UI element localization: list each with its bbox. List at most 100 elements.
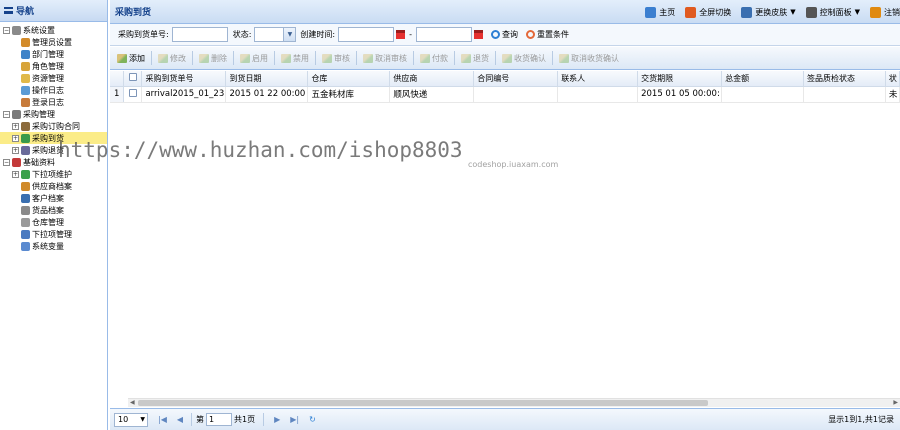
toolbar-separator (274, 51, 275, 65)
next-page-icon[interactable]: ▶ (274, 415, 280, 424)
nav-item-icon (21, 241, 30, 251)
column-header[interactable]: 采购到货单号 (141, 71, 227, 87)
nav-item[interactable]: 仓库管理 (0, 216, 107, 228)
top-link-fullscreen[interactable]: 全屏切换 (685, 6, 731, 18)
nav-item[interactable]: 系统变量 (0, 240, 107, 252)
nav-item[interactable]: 下拉项管理 (0, 228, 107, 240)
table-row[interactable]: 1 arrival2015_01_23 2015 01 22 00:00 五金耗材库顺… (110, 86, 900, 103)
horizontal-scrollbar[interactable]: ◀ ▶ (128, 398, 900, 407)
edit-pencil-icon (322, 53, 332, 63)
nav-item[interactable]: 资源管理 (0, 72, 107, 84)
toolbar-button[interactable]: 禁用 (278, 53, 312, 64)
toolbar-button[interactable]: 修改 (155, 53, 189, 64)
nav-item-label: 采购到货 (32, 133, 64, 143)
order-no-input[interactable] (171, 27, 228, 42)
column-header[interactable]: 供应商 (389, 71, 475, 87)
status-select[interactable]: ▼ (254, 27, 297, 42)
row-checkbox[interactable] (128, 88, 137, 97)
row-select-cell (123, 86, 143, 103)
nav-item[interactable]: 客户档案 (0, 192, 107, 204)
toolbar-separator (495, 51, 496, 65)
expand-toggle-icon[interactable]: − (3, 110, 10, 118)
expand-toggle-icon[interactable]: − (3, 26, 10, 34)
scroll-right-icon[interactable]: ▶ (893, 399, 898, 407)
toolbar-separator (233, 51, 234, 65)
toolbar-button[interactable]: 退货 (458, 53, 492, 64)
column-header[interactable]: 状 (885, 71, 900, 87)
date-to-input[interactable] (416, 27, 472, 42)
column-header[interactable]: 签品质检状态 (803, 71, 886, 87)
column-header[interactable]: 交货期限 (637, 71, 723, 87)
nav-item-icon (21, 85, 30, 95)
calendar-icon[interactable] (396, 30, 406, 39)
toolbar-button[interactable]: 启用 (237, 53, 271, 64)
expand-toggle-icon[interactable]: + (12, 134, 19, 142)
toolbar-button[interactable]: 付款 (417, 53, 451, 64)
table-cell: 2015 01 22 00:00 (225, 86, 309, 103)
column-header[interactable]: 总金额 (721, 71, 804, 87)
expand-toggle-icon[interactable]: + (12, 122, 19, 130)
toolbar-button-label: 修改 (170, 53, 186, 63)
nav-item-label: 系统变量 (32, 241, 64, 251)
date-from-input[interactable] (338, 27, 395, 42)
top-link-control-panel[interactable]: 控制面板 ▼ (805, 6, 860, 18)
nav-tree: − 系统设置 管理员设置部门管理 角色管理 资源管理 操作日志 登录日志 − 采购管理 + 采购订购… (0, 22, 107, 252)
query-button[interactable]: 查询 (491, 29, 518, 40)
expand-toggle-icon[interactable]: − (3, 158, 10, 166)
top-link-skin[interactable]: 更换皮肤 ▼ (741, 6, 796, 18)
nav-item[interactable]: 操作日志 (0, 84, 107, 96)
nav-item[interactable]: 管理员设置 (0, 36, 107, 48)
scrollbar-thumb[interactable] (138, 400, 708, 406)
column-header[interactable]: 到货日期 (225, 71, 309, 87)
nav-item[interactable]: + 采购到货 (0, 132, 107, 144)
toolbar-button[interactable]: 取消收货确认 (556, 53, 622, 64)
nav-item[interactable]: 货品档案 (0, 204, 107, 216)
grid-table: 采购到货单号 到货日期 仓库 供应商 合同编号 联系人 交货期限 总金额 签品质检状态状 1 ar… (110, 71, 900, 103)
top-link-logout[interactable]: 注销 (870, 6, 900, 18)
prev-page-icon[interactable]: ◀ (177, 415, 183, 424)
nav-item[interactable]: − 采购管理 (0, 108, 107, 120)
calendar-icon[interactable] (474, 30, 483, 39)
toolbar-button[interactable]: 取消审核 (360, 53, 410, 64)
nav-item-icon (21, 73, 30, 83)
nav-item[interactable]: − 基础资料 (0, 156, 107, 168)
chevron-down-icon[interactable]: ▼ (283, 28, 296, 41)
select-all-checkbox[interactable] (128, 73, 137, 82)
scroll-left-icon[interactable]: ◀ (130, 399, 135, 407)
row-number: 1 (110, 86, 125, 103)
last-page-icon[interactable]: ▶| (290, 415, 299, 424)
page-number-input[interactable]: 1 (206, 413, 233, 426)
toolbar-button[interactable]: 删除 (196, 53, 230, 64)
toolbar-separator (192, 51, 193, 65)
nav-item-label: 下拉项维护 (32, 169, 72, 179)
nav-item-icon (12, 109, 21, 119)
nav-item[interactable]: 角色管理 (0, 60, 107, 72)
column-header[interactable]: 合同编号 (473, 71, 559, 87)
nav-item[interactable]: 供应商档案 (0, 180, 107, 192)
page-size-select[interactable]: 10 ▼ (114, 412, 148, 427)
toolbar-button[interactable]: 添加 (114, 53, 148, 64)
nav-item[interactable]: + 采购订购合同 (0, 120, 107, 132)
reset-button[interactable]: 重置条件 (526, 29, 569, 40)
expand-toggle-icon[interactable]: + (12, 170, 19, 178)
nav-item-label: 管理员设置 (32, 37, 72, 47)
nav-item[interactable]: + 采购退货 (0, 144, 107, 156)
column-header[interactable]: 联系人 (557, 71, 639, 87)
chevron-down-icon: ▼ (790, 8, 796, 16)
top-link-home[interactable]: 主页 (645, 6, 675, 18)
toolbar-button[interactable]: 收货确认 (499, 53, 549, 64)
toolbar-button[interactable]: 审核 (319, 53, 353, 64)
toolbar-button-label: 删除 (211, 53, 227, 63)
column-header[interactable]: 仓库 (307, 71, 391, 87)
nav-item[interactable]: 登录日志 (0, 96, 107, 108)
top-links: 主页 全屏切换 更换皮肤 ▼ 控制面板 ▼ 注销 (635, 0, 900, 24)
nav-item-label: 部门管理 (32, 49, 64, 59)
expand-toggle-icon[interactable]: + (12, 146, 19, 154)
nav-item[interactable]: 部门管理 (0, 48, 107, 60)
refresh-icon[interactable]: ↻ (309, 415, 316, 424)
first-page-icon[interactable]: |◀ (158, 415, 167, 424)
nav-item[interactable]: + 下拉项维护 (0, 168, 107, 180)
nav-item[interactable]: − 系统设置 (0, 24, 107, 36)
table-cell: 未 (885, 86, 900, 103)
toolbar-separator (413, 51, 414, 65)
